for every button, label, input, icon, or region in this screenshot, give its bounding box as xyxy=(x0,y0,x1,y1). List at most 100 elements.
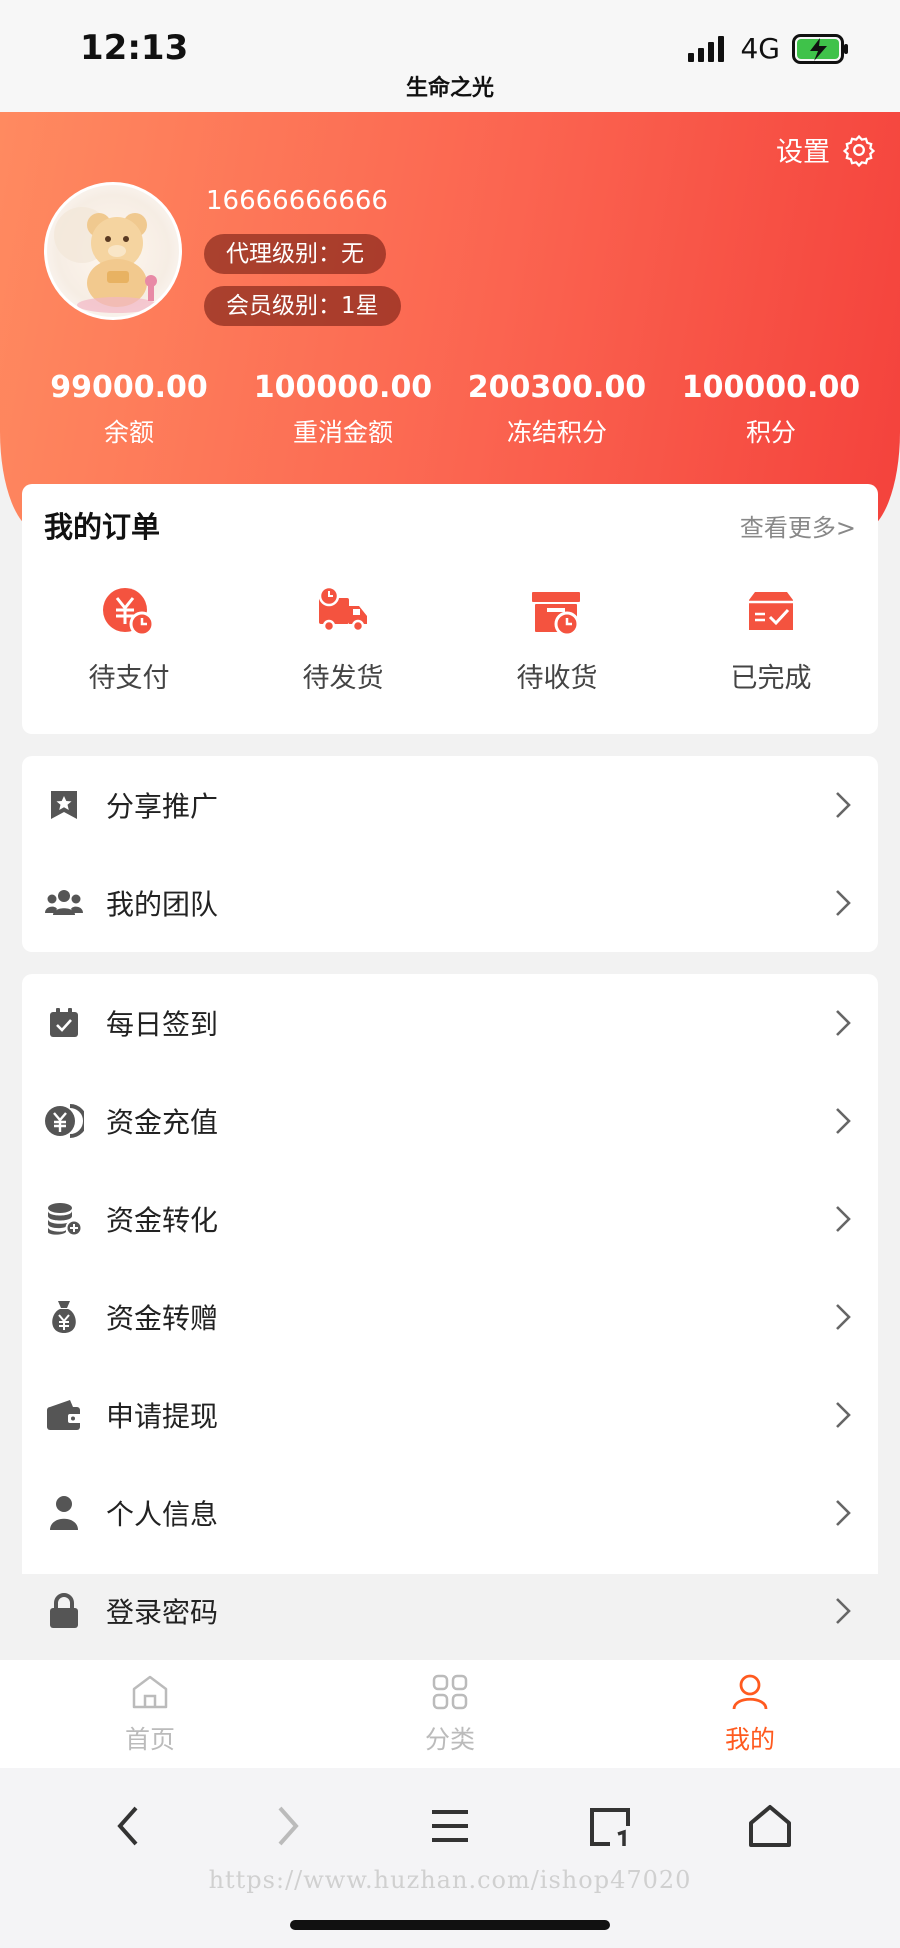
yuan-clock-icon xyxy=(103,588,155,637)
tab-mine[interactable]: 我的 xyxy=(600,1660,900,1768)
stat-value: 100000.00 xyxy=(681,370,861,405)
stat-label: 余额 xyxy=(103,418,154,447)
browser-tabs-button[interactable] xyxy=(580,1796,640,1856)
bottom-tab-bar: 首页 分类 我的 xyxy=(0,1660,900,1768)
menu-item-profile[interactable]: 个人信息 xyxy=(22,1464,878,1562)
stat-label: 积分 xyxy=(745,418,796,447)
chevron-right-icon xyxy=(836,1304,851,1330)
menu-item-checkin[interactable]: 每日签到 xyxy=(22,974,878,1072)
home-icon xyxy=(132,1675,168,1709)
menu-label: 个人信息 xyxy=(106,1498,219,1531)
agent-level-badge: 代理级别：无 xyxy=(204,234,386,274)
browser-menu-button[interactable] xyxy=(420,1796,480,1856)
person-icon xyxy=(50,1496,78,1530)
stat-value: 100000.00 xyxy=(253,370,433,405)
check-box-icon xyxy=(749,592,793,630)
menu-item-share[interactable]: 分享推广 xyxy=(22,756,878,854)
network-type: 4G xyxy=(740,32,780,65)
tab-home[interactable]: 首页 xyxy=(0,1660,300,1768)
stat-balance[interactable]: 99000.00 余额 xyxy=(22,370,236,449)
chevron-right-icon xyxy=(836,1010,851,1036)
menu-label: 申请提现 xyxy=(106,1400,219,1433)
menu-item-team[interactable]: 我的团队 xyxy=(22,854,878,952)
menu-group-account: 每日签到 资金充值 资金转化 资金转赠 申请提现 个人信息 登录密码 xyxy=(22,974,878,1629)
order-label: 待支付 xyxy=(88,663,170,694)
menu-item-password[interactable]: 登录密码 xyxy=(22,1562,878,1660)
grid-icon xyxy=(432,1674,468,1710)
user-icon xyxy=(732,1674,768,1710)
calendar-check-icon xyxy=(50,1008,78,1037)
menu-label: 登录密码 xyxy=(106,1596,219,1629)
order-label: 已完成 xyxy=(730,663,812,694)
menu-label: 资金转化 xyxy=(106,1204,219,1237)
order-pending-payment[interactable]: 待支付 xyxy=(22,584,236,695)
coin-stack-icon xyxy=(48,1203,82,1236)
member-level-badge: 会员级别：1星 xyxy=(204,286,401,326)
order-label: 待收货 xyxy=(516,663,598,694)
browser-forward-button[interactable] xyxy=(258,1796,318,1856)
home-indicator[interactable] xyxy=(290,1920,610,1930)
menu-item-withdraw[interactable]: 申请提现 xyxy=(22,1366,878,1464)
avatar[interactable] xyxy=(44,182,182,320)
yuan-coin-icon xyxy=(45,1104,84,1138)
order-pending-shipment[interactable]: 待发货 xyxy=(236,584,450,695)
balance-stats: 99000.00 余额 100000.00 重消金额 200300.00 冻结积… xyxy=(22,370,878,449)
menu-label: 分享推广 xyxy=(106,790,219,823)
menu-label: 我的团队 xyxy=(106,888,219,921)
chevron-right-icon xyxy=(278,1806,299,1846)
menu-group-promotion: 分享推广 我的团队 xyxy=(22,756,878,952)
settings-label: 设置 xyxy=(776,137,830,168)
orders-title: 我的订单 xyxy=(44,510,161,544)
menu-item-transfer[interactable]: 资金转赠 xyxy=(22,1268,878,1366)
truck-icon xyxy=(318,585,367,633)
menu-item-convert[interactable]: 资金转化 xyxy=(22,1170,878,1268)
browser-home-button[interactable] xyxy=(740,1796,800,1856)
lock-icon xyxy=(50,1593,78,1628)
stat-points[interactable]: 100000.00 积分 xyxy=(664,370,878,449)
watermark-text: https://www.huzhan.com/ishop47020 xyxy=(208,1866,692,1894)
wallet-icon xyxy=(47,1400,82,1430)
chevron-right-icon xyxy=(836,1402,851,1428)
gear-icon xyxy=(842,134,876,167)
stat-reconsume[interactable]: 100000.00 重消金额 xyxy=(236,370,450,449)
bear-avatar-icon xyxy=(54,207,157,313)
tab-category[interactable]: 分类 xyxy=(300,1660,600,1768)
stat-label: 冻结积分 xyxy=(506,418,607,447)
menu-label: 资金充值 xyxy=(106,1106,219,1139)
house-icon xyxy=(749,1805,791,1847)
status-time: 12:13 xyxy=(80,28,189,68)
stat-frozen-points[interactable]: 200300.00 冻结积分 xyxy=(450,370,664,449)
stat-value: 200300.00 xyxy=(467,370,647,405)
my-orders-card: 我的订单 查看更多> 待支付 待发货 待收货 已完成 xyxy=(22,484,878,734)
order-completed[interactable]: 已完成 xyxy=(664,584,878,695)
chevron-right-icon xyxy=(836,1598,851,1624)
chevron-right-icon xyxy=(836,1108,851,1134)
chevron-right-icon xyxy=(836,890,851,916)
browser-back-button[interactable] xyxy=(98,1796,158,1856)
menu-label: 资金转赠 xyxy=(106,1302,219,1335)
signal-icon xyxy=(688,35,725,62)
stat-value: 99000.00 xyxy=(50,370,208,405)
tab-label: 首页 xyxy=(124,1725,175,1754)
money-bag-icon xyxy=(52,1301,76,1333)
tab-label: 我的 xyxy=(724,1725,775,1754)
battery-charging-icon xyxy=(792,33,848,64)
settings-button[interactable]: 设置 xyxy=(776,130,876,169)
box-clock-icon xyxy=(532,592,580,637)
menu-label: 每日签到 xyxy=(106,1008,219,1041)
order-status-row: 待支付 待发货 待收货 已完成 xyxy=(22,584,878,695)
order-pending-receipt[interactable]: 待收货 xyxy=(450,584,664,695)
chevron-left-icon xyxy=(117,1806,138,1846)
team-icon xyxy=(45,890,83,915)
profile-header: 设置 16666666666 代理级别：无 会员级别：1星 99000.00 余… xyxy=(0,112,900,532)
chevron-right-icon xyxy=(836,792,851,818)
order-label: 待发货 xyxy=(302,663,384,694)
chevron-right-icon xyxy=(836,1500,851,1526)
orders-more-link[interactable]: 查看更多> xyxy=(740,508,856,543)
browser-toolbar: https://www.huzhan.com/ishop47020 xyxy=(0,1768,900,1948)
page-title: 生命之光 xyxy=(405,76,494,101)
chevron-right-icon xyxy=(836,1206,851,1232)
menu-item-recharge[interactable]: 资金充值 xyxy=(22,1072,878,1170)
user-phone: 16666666666 xyxy=(206,186,388,216)
bookmark-star-icon xyxy=(51,791,77,819)
